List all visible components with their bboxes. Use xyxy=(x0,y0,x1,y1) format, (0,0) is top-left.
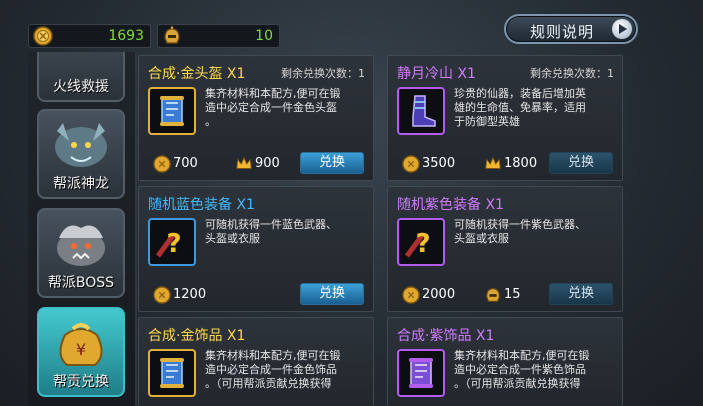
card-title: 合成·紫饰品 X1 xyxy=(397,328,495,344)
gold-coin-icon xyxy=(153,286,171,304)
exchange-button[interactable]: 兑换 xyxy=(300,283,364,305)
svg-text:¥: ¥ xyxy=(76,340,86,359)
exchange-card-jingyue-lengshan: 静月冷山 X1 剩余兑换次数：1 珍贵的仙器，装备后增加英 雄的生命值、免暴率，适… xyxy=(387,55,623,181)
card-title: 合成·金饰品 X1 xyxy=(148,328,246,344)
card-remaining-count: 剩余兑换次数：1 xyxy=(530,67,614,80)
sidebar-item-label: 帮派BOSS xyxy=(47,275,115,291)
item-slot[interactable] xyxy=(148,349,196,397)
play-arrow-icon xyxy=(612,19,632,39)
card-description: 集齐材料和本配方,便可在锻 造中必定合成一件紫色饰品 。（可用帮派贡献兑换获得 xyxy=(454,349,590,390)
purple-scroll-icon xyxy=(409,358,433,388)
item-slot[interactable] xyxy=(148,87,196,135)
card-title: 静月冷山 X1 xyxy=(397,66,476,82)
gold-scroll-icon xyxy=(160,358,184,388)
card-description: 集齐材料和本配方,便可在锻 造中必定合成一件金色头盔。 xyxy=(205,87,341,128)
item-slot[interactable]: ? xyxy=(397,218,445,266)
svg-text:?: ? xyxy=(166,229,181,259)
card-remaining-count: 剩余兑换次数：1 xyxy=(281,67,365,80)
cost-value: 900 xyxy=(255,156,280,171)
sidebar: 火线救援 帮派神龙 帮派BOSS ¥ 帮贡兑换 xyxy=(28,52,137,406)
helmet-icon xyxy=(486,288,500,302)
cost-value: 1800 xyxy=(504,156,538,171)
exchange-button[interactable]: 兑换 xyxy=(300,152,364,174)
sidebar-item-boss[interactable]: 帮派BOSS xyxy=(37,208,125,298)
currency-gold: 1693 xyxy=(28,24,151,48)
card-title: 随机蓝色装备 X1 xyxy=(148,197,255,213)
dragon-icon xyxy=(55,123,107,167)
purple-mystery-icon: ? xyxy=(404,229,431,259)
gold-coin-icon xyxy=(153,155,171,173)
cost-value: 700 xyxy=(173,156,198,171)
crown-icon xyxy=(485,156,501,169)
sidebar-item-rescue[interactable]: 火线救援 xyxy=(37,52,125,102)
currency-helmet: 10 xyxy=(157,24,280,48)
crown-icon xyxy=(236,156,252,169)
card-description: 珍贵的仙器，装备后增加英 雄的生命值、免暴率，适用 于防御型英雄 xyxy=(454,87,586,128)
exchange-card-gold-helmet: 合成·金头盔 X1 剩余兑换次数：1 集齐材料和本配方,便可在锻 造中必定合成一件… xyxy=(138,55,374,181)
rules-button-label: 规则说明 xyxy=(530,23,595,41)
cost-value: 1200 xyxy=(173,287,207,302)
cost-value: 15 xyxy=(504,287,521,302)
exchange-card-random-blue: 随机蓝色装备 X1 ? 可随机获得一件蓝色武器、 头盔或衣服 1200 兑换 xyxy=(138,186,374,312)
sidebar-item-exchange[interactable]: ¥ 帮贡兑换 xyxy=(37,307,125,397)
boss-beast-icon xyxy=(57,225,105,266)
gold-coin-icon xyxy=(33,26,53,46)
exchange-button[interactable]: 兑换 xyxy=(549,283,613,305)
card-description: 可随机获得一件紫色武器、 头盔或衣服 xyxy=(454,218,586,245)
gold-coin-icon xyxy=(402,155,420,173)
purple-boots-icon xyxy=(412,95,436,127)
card-description: 可随机获得一件蓝色武器、 头盔或衣服 xyxy=(205,218,337,245)
gold-scroll-icon xyxy=(160,96,184,126)
gold-pouch-icon: ¥ xyxy=(59,323,103,366)
sidebar-item-label: 火线救援 xyxy=(53,79,109,95)
item-slot[interactable] xyxy=(397,349,445,397)
card-description: 集齐材料和本配方,便可在锻 造中必定合成一件金色饰品 。（可用帮派贡献兑换获得 xyxy=(205,349,341,390)
exchange-card-gold-accessory: 合成·金饰品 X1 集齐材料和本配方,便可在锻 造中必定合成一件金色饰品 。（可用帮… xyxy=(138,317,374,406)
sidebar-item-dragon[interactable]: 帮派神龙 xyxy=(37,109,125,199)
helmet-icon xyxy=(164,26,180,44)
cost-value: 2000 xyxy=(422,287,456,302)
item-slot[interactable] xyxy=(397,87,445,135)
sidebar-item-label: 帮派神龙 xyxy=(53,176,109,192)
helmet-amount: 10 xyxy=(255,28,273,44)
item-slot[interactable]: ? xyxy=(148,218,196,266)
exchange-button[interactable]: 兑换 xyxy=(549,152,613,174)
blue-mystery-icon: ? xyxy=(155,229,182,259)
exchange-card-random-purple: 随机紫色装备 X1 ? 可随机获得一件紫色武器、 头盔或衣服 2000 15 兑换 xyxy=(387,186,623,312)
cost-value: 3500 xyxy=(422,156,456,171)
rules-button[interactable]: 规则说明 xyxy=(504,14,638,44)
svg-text:?: ? xyxy=(415,229,430,259)
sidebar-item-label: 帮贡兑换 xyxy=(53,374,109,390)
gold-amount: 1693 xyxy=(108,28,144,44)
exchange-card-purple-accessory: 合成·紫饰品 X1 集齐材料和本配方,便可在锻 造中必定合成一件紫色饰品 。（可用帮… xyxy=(387,317,623,406)
card-title: 合成·金头盔 X1 xyxy=(148,66,246,82)
card-title: 随机紫色装备 X1 xyxy=(397,197,504,213)
gold-coin-icon xyxy=(402,286,420,304)
